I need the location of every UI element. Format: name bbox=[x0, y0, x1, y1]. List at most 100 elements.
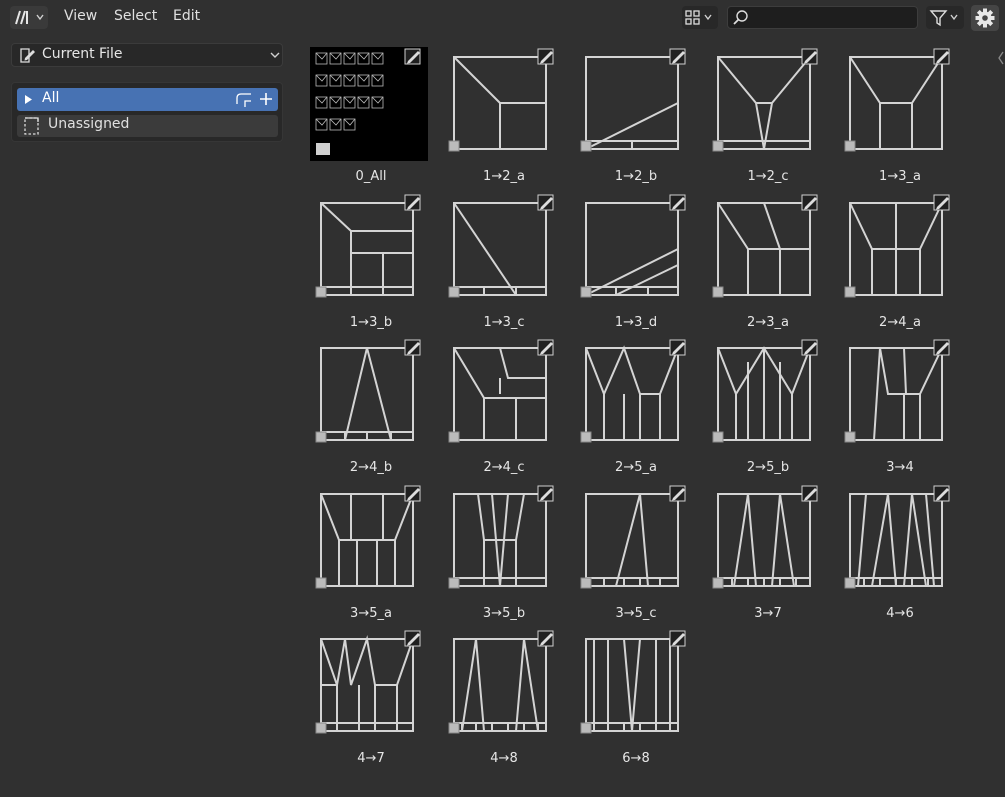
menu-view[interactable]: View bbox=[64, 8, 97, 24]
asset-label: 3→7 bbox=[754, 606, 782, 621]
editor-type-button[interactable] bbox=[10, 6, 48, 29]
asset-label: 4→6 bbox=[886, 606, 914, 621]
asset-label: 4→8 bbox=[490, 751, 518, 766]
asset-thumbnail bbox=[844, 194, 950, 298]
asset-thumbnail bbox=[580, 630, 686, 734]
asset-library-dropdown[interactable]: Current File bbox=[11, 43, 283, 67]
edit-icon bbox=[669, 48, 686, 65]
asset-browser-icon bbox=[15, 10, 44, 25]
asset-thumbnail bbox=[315, 339, 421, 443]
asset-thumbnail bbox=[844, 48, 950, 152]
asset-thumbnail bbox=[712, 194, 818, 298]
asset-item[interactable]: 0_All bbox=[304, 41, 428, 186]
asset-label: 3→5_a bbox=[350, 606, 392, 621]
edit-icon bbox=[537, 339, 554, 356]
asset-item[interactable]: 3→5_c bbox=[569, 478, 689, 623]
asset-thumbnail bbox=[448, 485, 554, 589]
asset-item[interactable]: 3→5_a bbox=[304, 478, 424, 623]
asset-label: 2→5_a bbox=[615, 460, 657, 475]
asset-thumbnail bbox=[448, 339, 554, 443]
asset-label: 3→5_b bbox=[482, 606, 526, 621]
asset-item[interactable]: 3→7 bbox=[701, 478, 821, 623]
catalog-item-all[interactable]: All bbox=[17, 88, 278, 111]
asset-label: 1→3_a bbox=[879, 169, 921, 184]
catalog-item-unassigned[interactable]: Unassigned bbox=[17, 115, 278, 137]
dashed-box-icon bbox=[24, 117, 39, 135]
catalog-label-all: All bbox=[42, 90, 60, 106]
asset-item[interactable]: 1→3_d bbox=[569, 187, 689, 332]
menu-edit[interactable]: Edit bbox=[173, 8, 200, 24]
catalog-tree: All Unassigned bbox=[11, 82, 283, 142]
grid-view-icon bbox=[685, 10, 712, 25]
sidebar: Current File All Unassigned bbox=[0, 35, 294, 797]
asset-thumbnail bbox=[580, 485, 686, 589]
chevron-down-icon bbox=[36, 14, 44, 21]
gear-icon bbox=[975, 8, 995, 28]
edit-icon bbox=[669, 630, 686, 647]
edit-icon bbox=[537, 485, 554, 502]
search-icon bbox=[733, 10, 748, 25]
display-mode-button[interactable] bbox=[682, 6, 718, 29]
triangle-right-icon[interactable] bbox=[22, 88, 36, 111]
asset-item[interactable]: 4→6 bbox=[833, 478, 953, 623]
search-field[interactable] bbox=[727, 6, 918, 29]
asset-item[interactable]: 2→4_b bbox=[304, 332, 424, 477]
edit-icon bbox=[404, 48, 421, 65]
asset-thumbnail bbox=[844, 485, 950, 589]
edit-icon bbox=[801, 194, 818, 211]
asset-thumbnail bbox=[712, 48, 818, 152]
asset-item[interactable]: 1→3_c bbox=[437, 187, 557, 332]
asset-label: 0_All bbox=[355, 169, 387, 184]
edit-icon bbox=[404, 194, 421, 211]
sidebar-toggle-icon[interactable] bbox=[995, 48, 1005, 68]
asset-label: 2→4_c bbox=[483, 460, 525, 475]
edit-icon bbox=[669, 194, 686, 211]
asset-item[interactable]: 1→3_b bbox=[304, 187, 424, 332]
menu-select[interactable]: Select bbox=[114, 8, 157, 24]
asset-thumbnail bbox=[580, 194, 686, 298]
asset-item[interactable]: 4→8 bbox=[437, 623, 557, 768]
edit-icon bbox=[801, 485, 818, 502]
search-input[interactable] bbox=[752, 9, 916, 28]
edit-icon bbox=[537, 194, 554, 211]
asset-thumbnail bbox=[310, 47, 428, 161]
asset-item[interactable]: 2→3_a bbox=[701, 187, 821, 332]
edit-icon bbox=[933, 48, 950, 65]
asset-thumbnail bbox=[844, 339, 950, 443]
header-bar: View Select Edit bbox=[0, 0, 1005, 35]
asset-item[interactable]: 6→8 bbox=[569, 623, 689, 768]
edit-file-icon bbox=[20, 48, 35, 63]
asset-item[interactable]: 3→4 bbox=[833, 332, 953, 477]
asset-item[interactable]: 2→5_a bbox=[569, 332, 689, 477]
edit-icon bbox=[537, 48, 554, 65]
catalog-label-unassigned: Unassigned bbox=[48, 116, 130, 132]
plus-icon[interactable] bbox=[257, 88, 275, 111]
chevron-down-icon bbox=[270, 52, 280, 58]
asset-item[interactable]: 3→5_b bbox=[437, 478, 557, 623]
asset-item[interactable]: 1→2_c bbox=[701, 41, 821, 186]
asset-label: 3→4 bbox=[886, 460, 914, 475]
library-label: Current File bbox=[42, 46, 123, 62]
asset-thumbnail bbox=[448, 194, 554, 298]
asset-item[interactable]: 2→5_b bbox=[701, 332, 821, 477]
asset-item[interactable]: 2→4_a bbox=[833, 187, 953, 332]
asset-label: 3→5_c bbox=[615, 606, 657, 621]
edit-icon bbox=[933, 194, 950, 211]
new-catalog-icon[interactable] bbox=[233, 88, 255, 111]
asset-item[interactable]: 1→2_a bbox=[437, 41, 557, 186]
edit-icon bbox=[404, 630, 421, 647]
edit-icon bbox=[404, 485, 421, 502]
asset-item[interactable]: 1→3_a bbox=[833, 41, 953, 186]
asset-item[interactable]: 4→7 bbox=[304, 623, 424, 768]
asset-thumbnail bbox=[580, 339, 686, 443]
settings-button[interactable] bbox=[971, 5, 999, 31]
edit-icon bbox=[537, 630, 554, 647]
asset-label: 1→2_b bbox=[614, 169, 658, 184]
asset-thumbnail bbox=[448, 48, 554, 152]
edit-icon bbox=[669, 485, 686, 502]
asset-item[interactable]: 1→2_b bbox=[569, 41, 689, 186]
asset-label: 4→7 bbox=[357, 751, 385, 766]
asset-item[interactable]: 2→4_c bbox=[437, 332, 557, 477]
asset-label: 2→4_a bbox=[879, 315, 921, 330]
filter-button[interactable] bbox=[926, 6, 964, 29]
